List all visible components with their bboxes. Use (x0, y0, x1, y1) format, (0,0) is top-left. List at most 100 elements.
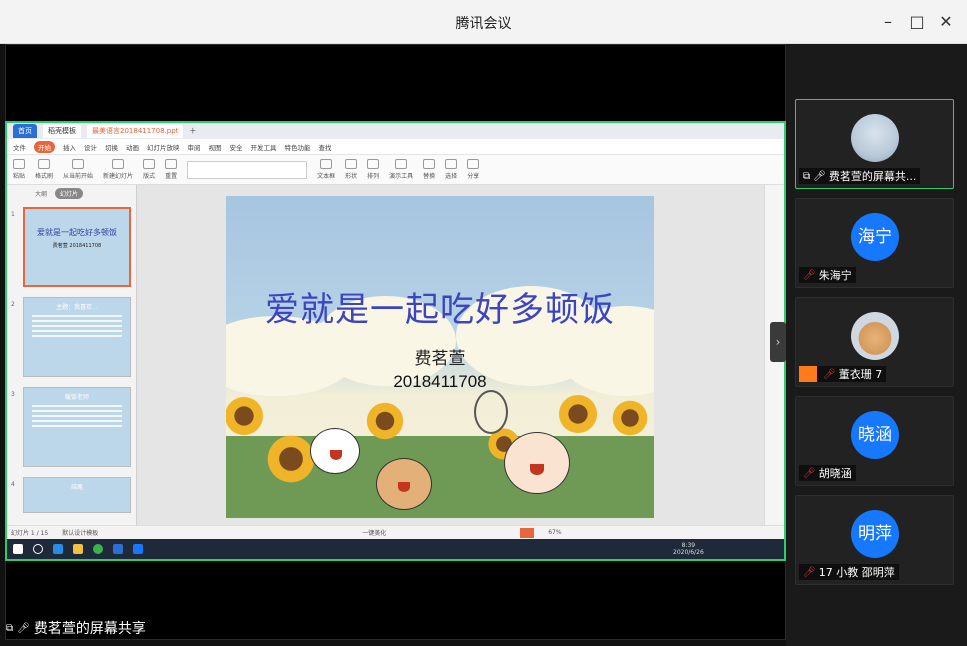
participant-tile[interactable]: 晓涵 🎤︎ 胡晓涵 (795, 396, 954, 486)
menu-file[interactable]: 文件 (13, 142, 26, 152)
sunflower-icon (556, 392, 600, 436)
thumb-title: 结尾 (70, 484, 83, 491)
ribbon-format-painter[interactable]: 格式刷 (35, 159, 53, 180)
share-icon (467, 159, 480, 169)
menu-security[interactable]: 安全 (230, 142, 243, 152)
screen-share-icon: ⧉ (6, 622, 14, 634)
menu-insert[interactable]: 插入 (63, 142, 76, 152)
meeting-app-icon[interactable] (133, 544, 143, 554)
avatar: 晓涵 (851, 411, 899, 459)
ribbon-share[interactable]: 分享 (467, 159, 479, 180)
avatar (851, 114, 899, 162)
avatar: 明萍 (851, 510, 899, 558)
share-label-text: 费茗萱的屏幕共享 (33, 621, 146, 637)
slide-thumb-1[interactable]: 爱就是一起吃好多顿饭 费茗萱 2018411708 (23, 207, 131, 287)
screen-share-icon: ⧉ (803, 170, 811, 182)
menu-slideshow[interactable]: 幻灯片放映 (147, 142, 180, 152)
menu-design[interactable]: 设计 (84, 142, 97, 152)
participant-tile[interactable]: 🎤︎ 董衣珊 7 (795, 297, 954, 387)
current-slide[interactable]: 爱就是一起吃好多顿饭 费茗萱 2018411708 (226, 196, 654, 518)
participant-tile[interactable]: 海宁 🎤︎ 朱海宁 (795, 198, 954, 288)
wechat-icon[interactable] (93, 544, 103, 554)
minimize-icon[interactable]: – (878, 12, 898, 32)
ribbon-shape[interactable]: 形状 (345, 159, 357, 180)
bear-mouth (398, 482, 410, 492)
microphone-off-icon: 🎤︎ (823, 368, 836, 380)
thumbnail-pane: 大纲 幻灯片 1 爱就是一起吃好多顿饭 费茗萱 2018411708 2 主题：… (7, 185, 137, 525)
wps-icon[interactable] (113, 544, 123, 554)
windows-taskbar: 8:39 2020/6/26 (7, 539, 784, 559)
thumb-number: 2 (11, 301, 15, 308)
menu-transition[interactable]: 切换 (105, 142, 118, 152)
template-name: 默认设计模板 (62, 530, 99, 537)
tab-slides[interactable]: 幻灯片 (55, 187, 84, 199)
ribbon-textbox[interactable]: 文本框 (317, 159, 335, 180)
participant-tile[interactable]: 明萍 🎤︎ 17 小教 邵明萍 (795, 495, 954, 585)
slide-author: 费茗萱 (414, 349, 466, 369)
participant-tile[interactable]: ⧉ 🎤︎ 费茗萱的屏幕共... (795, 99, 954, 189)
girl-mouth (530, 464, 544, 475)
close-icon[interactable]: ✕ (936, 12, 956, 32)
thumb-number: 3 (11, 391, 15, 398)
bunny-mouth (330, 450, 342, 460)
ribbon-paste[interactable]: 粘贴 (13, 159, 25, 180)
microphone-off-icon: 🎤︎ (803, 467, 816, 479)
ribbon-from-current[interactable]: 从当前开始 (63, 159, 93, 180)
taskbar-clock: 8:39 2020/6/26 (673, 542, 704, 556)
maximize-icon[interactable]: □ (907, 12, 927, 32)
slide-thumb-4[interactable]: 结尾 (23, 477, 131, 513)
menu-view[interactable]: 视图 (209, 142, 222, 152)
search-icon[interactable] (33, 544, 43, 554)
sunflower-icon (610, 398, 650, 438)
reset-icon (165, 159, 178, 169)
font-selector[interactable] (187, 160, 308, 179)
ribbon-replace[interactable]: 替换 (423, 159, 435, 180)
slide-thumb-2[interactable]: 主题：我喜欢... (23, 297, 131, 377)
slide-thumb-3[interactable]: 暖饭老师 (23, 387, 131, 467)
tab-outline[interactable]: 大纲 (35, 189, 47, 198)
avatar (851, 312, 899, 360)
beautify-button[interactable]: 一键美化 (362, 528, 386, 537)
participant-name: 17 小教 邵明萍 (818, 566, 895, 579)
thumb-number: 4 (11, 481, 15, 488)
wps-tab-home[interactable]: 首页 (13, 124, 37, 138)
windows-start-icon[interactable] (13, 544, 23, 554)
shared-wps-window: 首页 稻壳模板 最美语言2018411708.ppt ＋ 文件 开始 插入 设计… (5, 121, 786, 561)
window-title: 腾讯会议 (455, 16, 512, 32)
microphone-icon: 🎤︎ (17, 622, 30, 634)
ribbon-arrange[interactable]: 排列 (367, 159, 379, 180)
participant-name: 费茗萱的屏幕共... (828, 170, 917, 183)
menu-home[interactable]: 开始 (34, 140, 55, 153)
replace-icon (423, 159, 436, 169)
microphone-off-icon: 🎤︎ (803, 269, 816, 281)
thumbnail-tabs: 大纲 幻灯片 (7, 185, 136, 201)
participant-name: 董衣珊 7 (838, 368, 883, 381)
ribbon-reset[interactable]: 重置 (165, 159, 177, 180)
wps-tab-template[interactable]: 稻壳模板 (43, 124, 81, 138)
slide-counter: 幻灯片 1 / 15 (11, 530, 49, 537)
folder-icon[interactable] (73, 544, 83, 554)
new-tab-icon[interactable]: ＋ (189, 126, 196, 136)
chevron-right-icon[interactable]: › (770, 322, 786, 362)
sunflower-icon (364, 400, 406, 442)
menu-features[interactable]: 特色功能 (285, 142, 311, 152)
menu-animation[interactable]: 动画 (126, 142, 139, 152)
ribbon-present-tools[interactable]: 演示工具 (389, 159, 413, 180)
thumb-title: 暖饭老师 (64, 394, 89, 401)
butterfly-net (474, 390, 508, 434)
sunflower-icon (264, 432, 318, 486)
layout-icon (143, 159, 156, 169)
slide-title: 爱就是一起吃好多顿饭 (265, 290, 615, 330)
ribbon-select[interactable]: 选择 (445, 159, 457, 180)
menu-search[interactable]: 查找 (319, 142, 332, 152)
menu-review[interactable]: 审阅 (188, 142, 201, 152)
ribbon-new-slide[interactable]: 新建幻灯片 (103, 159, 133, 180)
slideshow-play-button[interactable] (520, 527, 535, 538)
menu-devtools[interactable]: 开发工具 (251, 142, 277, 152)
edge-icon[interactable] (53, 544, 63, 554)
ribbon-layout[interactable]: 版式 (143, 159, 155, 180)
participant-name-bar: 🎤︎ 朱海宁 (799, 267, 856, 283)
meeting-window: 腾讯会议 – □ ✕ 首页 稻壳模板 最美语言2018411708.ppt ＋ … (0, 0, 967, 646)
wps-tab-file[interactable]: 最美语言2018411708.ppt (87, 124, 184, 138)
screen-share-label: ⧉ 🎤︎ 费茗萱的屏幕共享 (6, 618, 146, 638)
